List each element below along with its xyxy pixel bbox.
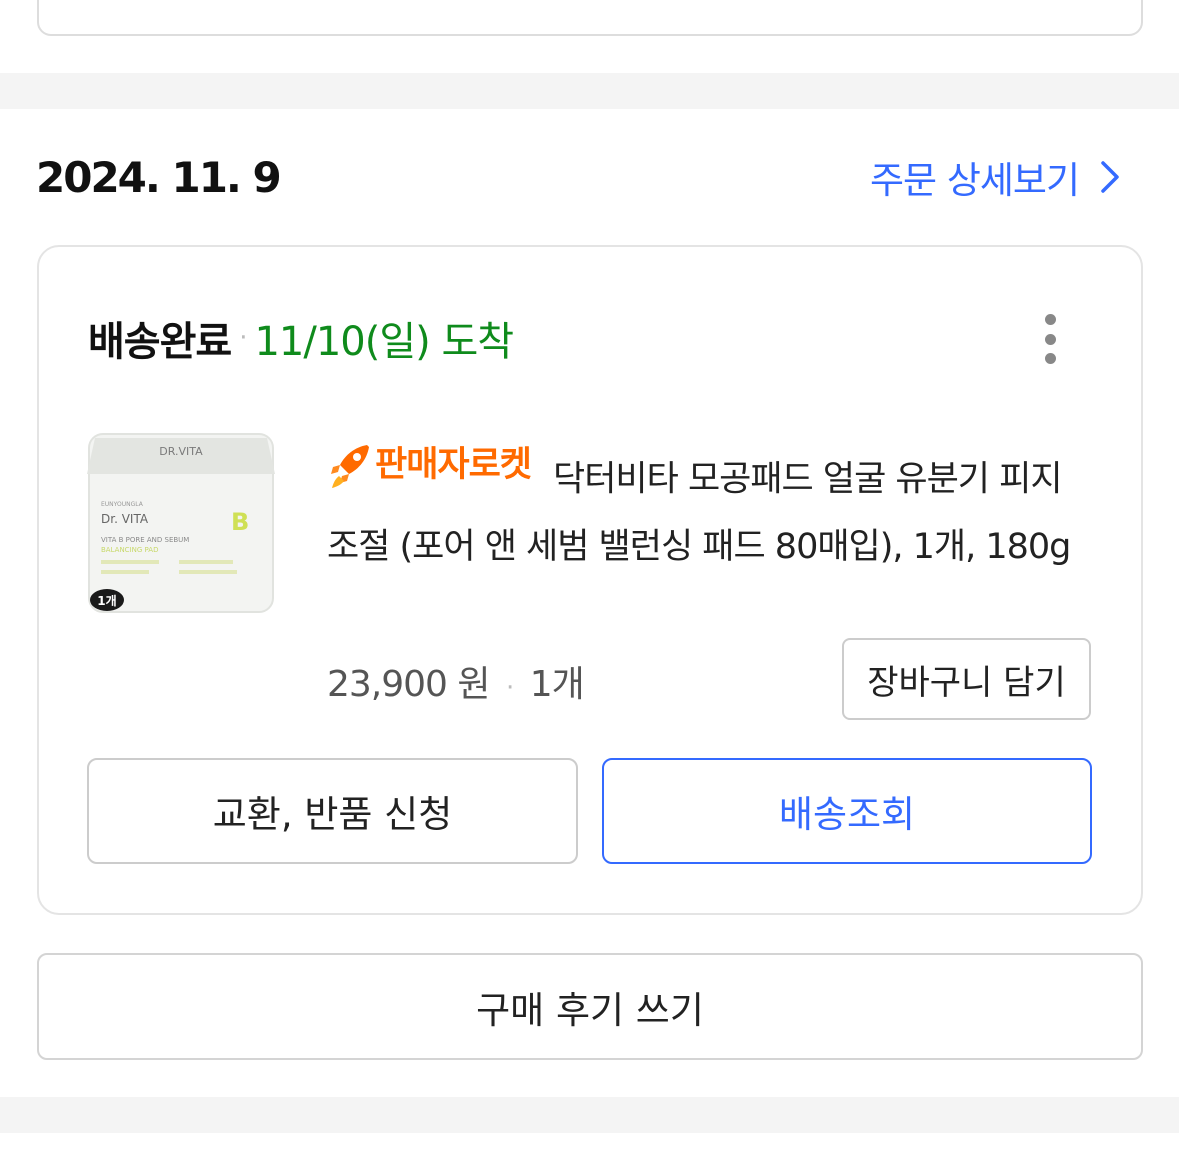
product-quantity: 1개 [529, 664, 585, 705]
more-vertical-icon[interactable] [1030, 308, 1070, 370]
price-row: 23,900 원 · 1개 [327, 655, 585, 707]
price-separator: · [505, 673, 514, 703]
delivery-status: 배송완료 [88, 319, 232, 365]
order-detail-link[interactable]: 주문 상세보기 [870, 150, 1123, 204]
order-detail-link-label: 주문 상세보기 [869, 159, 1080, 202]
write-review-button[interactable]: 구매 후기 쓰기 [37, 953, 1143, 1060]
track-delivery-button[interactable]: 배송조회 [602, 758, 1092, 864]
section-divider [0, 73, 1179, 109]
product-title-block[interactable]: 판매자로켓 닥터비타 모공패드 얼굴 유분기 피지조절 (포어 앤 세범 밸런싱… [327, 432, 1087, 581]
chevron-right-icon [1101, 161, 1119, 193]
arrival-date: 11/10(일) 도착 [254, 319, 514, 365]
svg-text:EUNYOUNGLA: EUNYOUNGLA [101, 501, 144, 508]
delivery-status-row: 배송완료 · 11/10(일) 도착 [88, 309, 514, 367]
product-thumbnail[interactable]: DR.VITA EUNYOUNGLA Dr. VITA VITA B PORE … [83, 428, 279, 618]
rocket-icon [331, 444, 369, 488]
svg-text:Dr. VITA: Dr. VITA [101, 512, 149, 526]
product-price: 23,900 원 [327, 664, 491, 705]
status-separator: · [239, 323, 247, 353]
svg-text:B: B [231, 508, 249, 536]
seller-rocket-label: 판매자로켓 [375, 445, 532, 485]
add-to-cart-button[interactable]: 장바구니 담기 [842, 638, 1091, 720]
seller-rocket-badge: 판매자로켓 [327, 432, 532, 499]
order-date: 2024. 11. 9 [36, 153, 282, 202]
exchange-return-button[interactable]: 교환, 반품 신청 [87, 758, 578, 864]
svg-text:VITA B PORE AND SEBUM: VITA B PORE AND SEBUM [101, 536, 189, 544]
svg-text:1개: 1개 [97, 594, 116, 608]
svg-text:BALANCING PAD: BALANCING PAD [101, 546, 158, 554]
previous-order-card [37, 0, 1143, 36]
section-divider [0, 1097, 1179, 1133]
svg-text:DR.VITA: DR.VITA [159, 445, 203, 458]
